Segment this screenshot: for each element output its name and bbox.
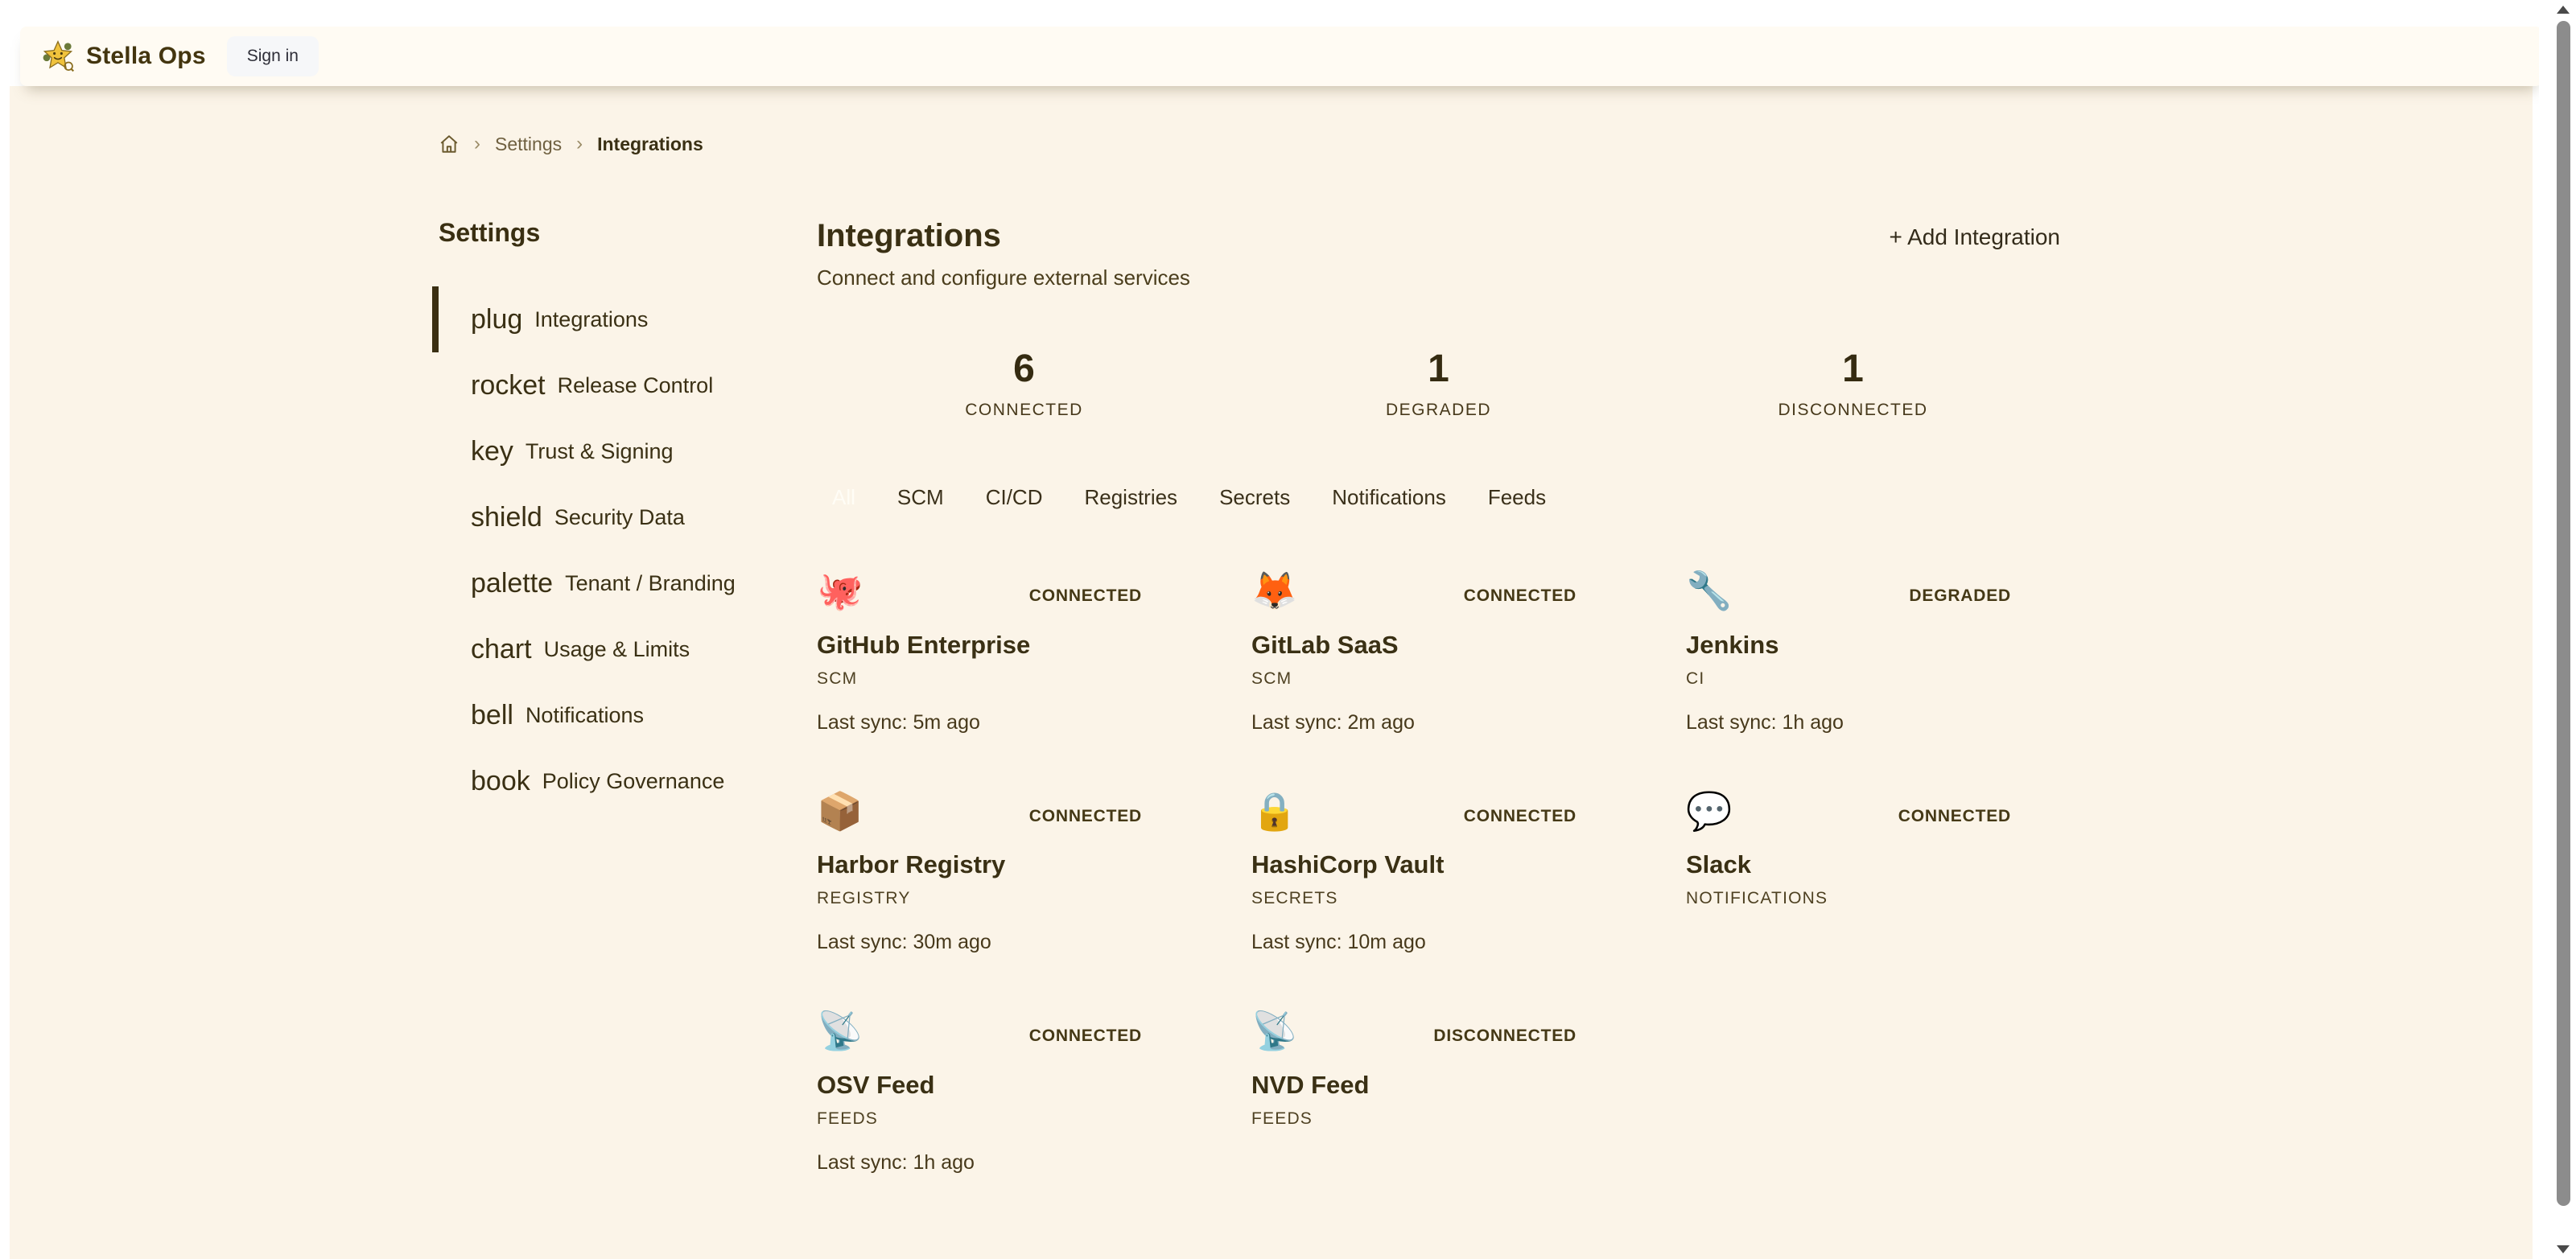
integrations-main: Integrations Connect and configure exter… (817, 218, 2060, 1175)
sidebar-title: Settings (439, 218, 789, 248)
card-harbor-registry[interactable]: 📦 CONNECTED Harbor Registry REGISTRY Las… (817, 791, 1155, 955)
integration-category: FEEDS (1251, 1109, 1589, 1129)
brand[interactable]: Stella Ops (41, 39, 206, 73)
rocket-icon: rocket (471, 372, 546, 399)
sidebar-item-trust-signing[interactable]: key Trust & Signing (439, 418, 789, 484)
card-jenkins[interactable]: 🔧 DEGRADED Jenkins CI Last sync: 1h ago (1686, 570, 2024, 734)
topbar: Stella Ops Sign in (20, 27, 2542, 86)
status-badge: CONNECTED (1029, 807, 1142, 826)
card-gitlab-saas[interactable]: 🦊 CONNECTED GitLab SaaS SCM Last sync: 2… (1251, 570, 1589, 734)
integration-category: FEEDS (817, 1109, 1155, 1129)
integration-name: HashiCorp Vault (1251, 850, 1589, 879)
page-surface: › Settings › Integrations Settings plug … (10, 86, 2533, 1259)
tab-feeds[interactable]: Feeds (1473, 478, 1561, 517)
card-nvd-feed[interactable]: 📡 DISCONNECTED NVD Feed FEEDS (1251, 1010, 1589, 1175)
stat-disconnected: 1 DISCONNECTED (1646, 347, 2060, 420)
last-sync: Last sync: 30m ago (817, 931, 1155, 954)
package-icon: 📦 (817, 791, 863, 832)
tab-all[interactable]: All (817, 478, 871, 517)
tab-cicd[interactable]: CI/CD (971, 478, 1058, 517)
palette-icon: palette (471, 570, 553, 597)
status-stats: 6 CONNECTED 1 DEGRADED 1 DISCONNECTED (817, 347, 2060, 420)
integration-category: CI (1686, 669, 2024, 689)
browser-scrollbar[interactable] (2539, 0, 2576, 1259)
home-icon[interactable] (439, 134, 460, 154)
page-subtitle: Connect and configure external services (817, 265, 1190, 290)
last-sync: Last sync: 5m ago (817, 711, 1155, 734)
integration-name: Slack (1686, 850, 2024, 879)
tab-secrets[interactable]: Secrets (1204, 478, 1305, 517)
stat-degraded: 1 DEGRADED (1231, 347, 1646, 420)
scrollbar-thumb[interactable] (2557, 21, 2570, 1206)
integration-name: Harbor Registry (817, 850, 1155, 879)
status-badge: CONNECTED (1029, 1027, 1142, 1046)
integration-category: SCM (1251, 669, 1589, 689)
book-icon: book (471, 767, 530, 795)
breadcrumb-integrations: Integrations (597, 134, 703, 155)
wrench-icon: 🔧 (1686, 570, 1732, 611)
satellite-antenna-icon: 📡 (817, 1010, 863, 1051)
tab-notifications[interactable]: Notifications (1317, 478, 1461, 517)
tab-registries[interactable]: Registries (1069, 478, 1193, 517)
sidebar-item-usage-limits[interactable]: chart Usage & Limits (439, 616, 789, 682)
status-badge: CONNECTED (1898, 807, 2011, 826)
sidebar-nav: plug Integrations rocket Release Control… (439, 286, 789, 814)
integration-name: Jenkins (1686, 631, 2024, 660)
integration-name: NVD Feed (1251, 1071, 1589, 1100)
status-badge: CONNECTED (1464, 807, 1577, 826)
shield-icon: shield (471, 504, 542, 531)
bell-icon: bell (471, 702, 513, 729)
sign-in-button[interactable]: Sign in (227, 36, 319, 76)
integration-category: NOTIFICATIONS (1686, 889, 2024, 908)
integration-name: GitLab SaaS (1251, 631, 1589, 660)
last-sync: Last sync: 2m ago (1251, 711, 1589, 734)
fox-icon: 🦊 (1251, 570, 1297, 611)
integration-name: GitHub Enterprise (817, 631, 1155, 660)
last-sync: Last sync: 10m ago (1251, 931, 1589, 954)
sidebar-item-release-control[interactable]: rocket Release Control (439, 352, 789, 418)
sidebar-item-integrations[interactable]: plug Integrations (439, 286, 789, 352)
integration-category: SCM (817, 669, 1155, 689)
integration-name: OSV Feed (817, 1071, 1155, 1100)
status-badge: CONNECTED (1029, 586, 1142, 606)
plug-icon: plug (471, 306, 522, 333)
breadcrumb-separator: › (474, 133, 480, 155)
breadcrumb-settings[interactable]: Settings (495, 134, 562, 155)
add-integration-button[interactable]: + Add Integration (1889, 218, 2060, 257)
scroll-down-arrow[interactable] (2557, 1245, 2570, 1253)
card-osv-feed[interactable]: 📡 CONNECTED OSV Feed FEEDS Last sync: 1h… (817, 1010, 1155, 1175)
lock-icon: 🔒 (1251, 791, 1297, 832)
key-icon: key (471, 438, 513, 465)
settings-sidebar: Settings plug Integrations rocket Releas… (439, 218, 789, 814)
card-slack[interactable]: 💬 CONNECTED Slack NOTIFICATIONS (1686, 791, 2024, 955)
page-title: Integrations (817, 218, 1190, 254)
brand-name: Stella Ops (86, 43, 206, 70)
integration-category: SECRETS (1251, 889, 1589, 908)
breadcrumb-separator: › (576, 133, 583, 155)
breadcrumb: › Settings › Integrations (10, 133, 2533, 155)
last-sync: Last sync: 1h ago (1686, 711, 2024, 734)
status-badge: DISCONNECTED (1433, 1027, 1577, 1046)
octopus-icon: 🐙 (817, 570, 863, 611)
tab-scm[interactable]: SCM (882, 478, 959, 517)
last-sync: Last sync: 1h ago (817, 1151, 1155, 1175)
sidebar-item-policy-governance[interactable]: book Policy Governance (439, 748, 789, 814)
satellite-antenna-icon: 📡 (1251, 1010, 1297, 1051)
stat-connected: 6 CONNECTED (817, 347, 1231, 420)
status-badge: DEGRADED (1909, 586, 2011, 606)
card-hashicorp-vault[interactable]: 🔒 CONNECTED HashiCorp Vault SECRETS Last… (1251, 791, 1589, 955)
sidebar-item-security-data[interactable]: shield Security Data (439, 484, 789, 550)
category-tabs: All SCM CI/CD Registries Secrets Notific… (817, 478, 2060, 517)
sidebar-item-tenant-branding[interactable]: palette Tenant / Branding (439, 550, 789, 616)
stella-ops-logo-icon (41, 39, 75, 73)
chart-icon: chart (471, 636, 532, 663)
status-badge: CONNECTED (1464, 586, 1577, 606)
integration-cards: 🐙 CONNECTED GitHub Enterprise SCM Last s… (817, 570, 2060, 1175)
scroll-up-arrow[interactable] (2557, 6, 2570, 14)
sidebar-item-notifications[interactable]: bell Notifications (439, 682, 789, 748)
card-github-enterprise[interactable]: 🐙 CONNECTED GitHub Enterprise SCM Last s… (817, 570, 1155, 734)
speech-balloon-icon: 💬 (1686, 791, 1732, 832)
content-layout: Settings plug Integrations rocket Releas… (10, 218, 2533, 1175)
integration-category: REGISTRY (817, 889, 1155, 908)
